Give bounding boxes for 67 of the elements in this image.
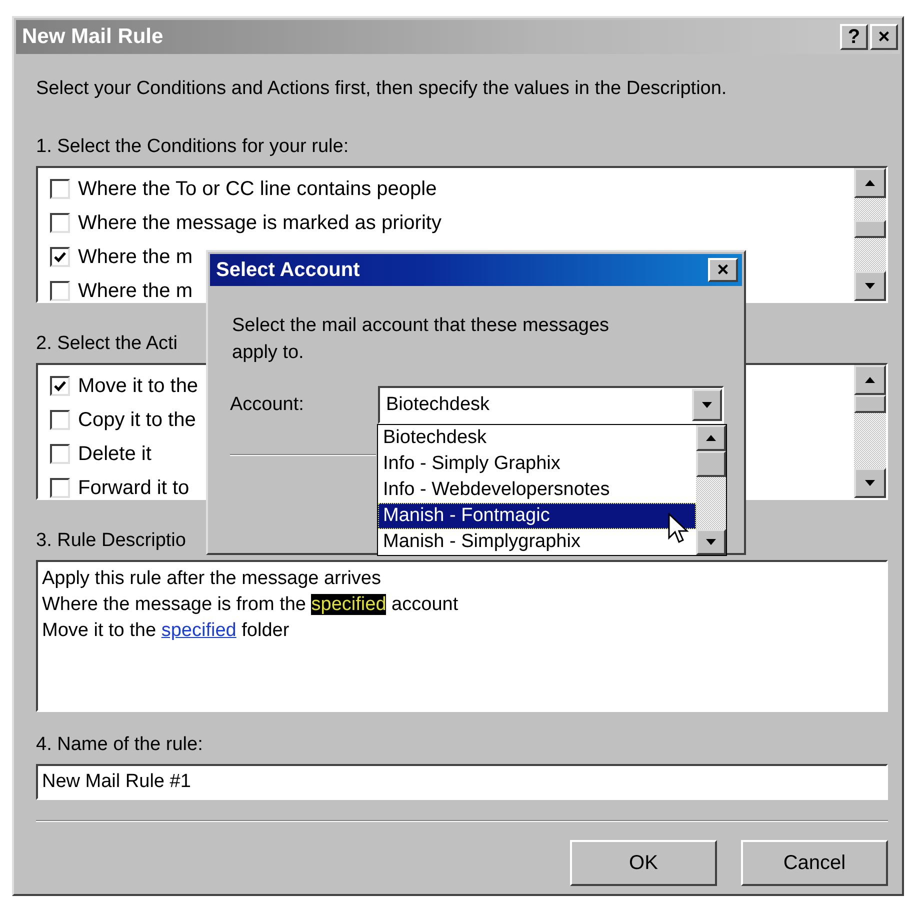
condition-label: Where the To or CC line contains people [78,178,437,200]
description-text: folder [240,620,290,641]
description-text: Where the message is from the [42,594,307,615]
instruction-text: Select your Conditions and Actions first, then specify the values in the Description. [36,78,728,100]
rule-name-field[interactable]: New Mail Rule #1 [36,764,888,800]
scroll-thumb[interactable] [854,395,886,413]
action-label: Copy it to the [78,408,196,432]
checkbox[interactable] [50,478,70,498]
mouse-pointer-icon [668,513,690,545]
checkbox[interactable] [50,213,70,233]
action-label: Move it to the [78,374,198,398]
dialog-title: Select Account [216,258,360,282]
action-label: Delete it [78,442,152,466]
checkbox[interactable] [50,410,70,430]
specified-link[interactable]: specified [161,620,236,641]
down-arrow-icon [864,282,876,290]
close-button[interactable]: × [708,258,738,282]
description-text: Move it to the [42,620,158,641]
up-arrow-icon [864,376,876,384]
account-option[interactable]: Manish - Fontmagic [378,503,696,529]
checkbox[interactable] [50,281,70,301]
scroll-down-button[interactable] [854,271,886,301]
down-arrow-icon [864,479,876,487]
specified-link[interactable]: specified [311,594,386,615]
scroll-up-button[interactable] [854,168,886,198]
description-text: account [390,594,458,615]
dropdown-button[interactable] [692,389,722,421]
dialog-message: Select the mail account that these messages apply to. [232,314,610,365]
close-button[interactable]: × [870,24,898,50]
account-option[interactable]: Biotechdesk [378,425,696,451]
window-title: New Mail Rule [22,25,164,49]
scroll-thumb[interactable] [854,220,886,238]
checkbox[interactable] [50,376,70,396]
condition-label: Where the m [78,280,192,301]
checkmark-icon [53,379,67,393]
checkbox[interactable] [50,247,70,267]
checkbox[interactable] [50,179,70,199]
down-arrow-icon [701,401,713,409]
account-dropdown[interactable]: Biotechdesk [378,386,724,424]
section-label: 3. Rule Descriptio [36,530,186,552]
checkbox[interactable] [50,444,70,464]
scrollbar[interactable] [696,425,726,555]
up-arrow-icon [705,434,717,442]
account-option[interactable]: Info - Webdevelopersnotes [378,477,696,503]
down-arrow-icon [705,538,717,546]
scrollbar[interactable] [854,365,886,498]
description-text: Apply this rule after the message arrives [42,568,381,589]
help-button[interactable]: ? [840,24,868,50]
scroll-down-button[interactable] [854,468,886,498]
checkmark-icon [53,250,67,264]
condition-label: Where the m [78,246,192,268]
section-label: 2. Select the Acti [36,333,178,355]
ok-button[interactable]: OK [570,840,717,886]
account-label: Account: [230,394,305,416]
action-label: Forward it to [78,476,190,498]
up-arrow-icon [864,179,876,187]
account-option[interactable]: Manish - Simplygraphix [378,529,696,555]
scroll-thumb[interactable] [696,451,726,477]
scroll-down-button[interactable] [696,529,726,555]
account-option[interactable]: Info - Simply Graphix [378,451,696,477]
condition-label: Where the message is marked as priority [78,212,442,234]
section-label: 1. Select the Conditions for your rule: [36,136,349,158]
scroll-up-button[interactable] [696,425,726,451]
scroll-up-button[interactable] [854,365,886,395]
section-label: 4. Name of the rule: [36,734,203,756]
scrollbar[interactable] [854,168,886,301]
cancel-button[interactable]: Cancel [741,840,888,886]
